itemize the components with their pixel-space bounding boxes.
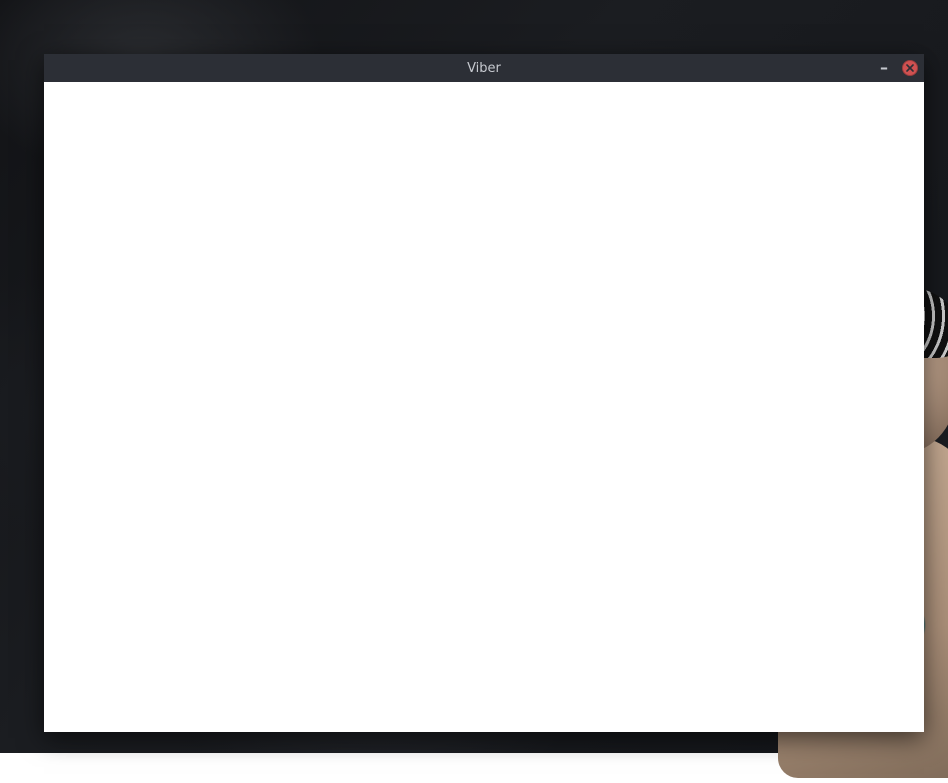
window-controls: – [876,54,918,82]
titlebar[interactable]: Viber – [44,54,924,82]
desktop-wallpaper: Viber – [0,0,948,753]
minimize-button[interactable]: – [876,60,892,76]
client-area [44,82,924,732]
close-button[interactable] [902,60,918,76]
window-title: Viber [44,61,924,76]
app-window: Viber – [44,54,924,732]
close-icon [902,60,918,76]
